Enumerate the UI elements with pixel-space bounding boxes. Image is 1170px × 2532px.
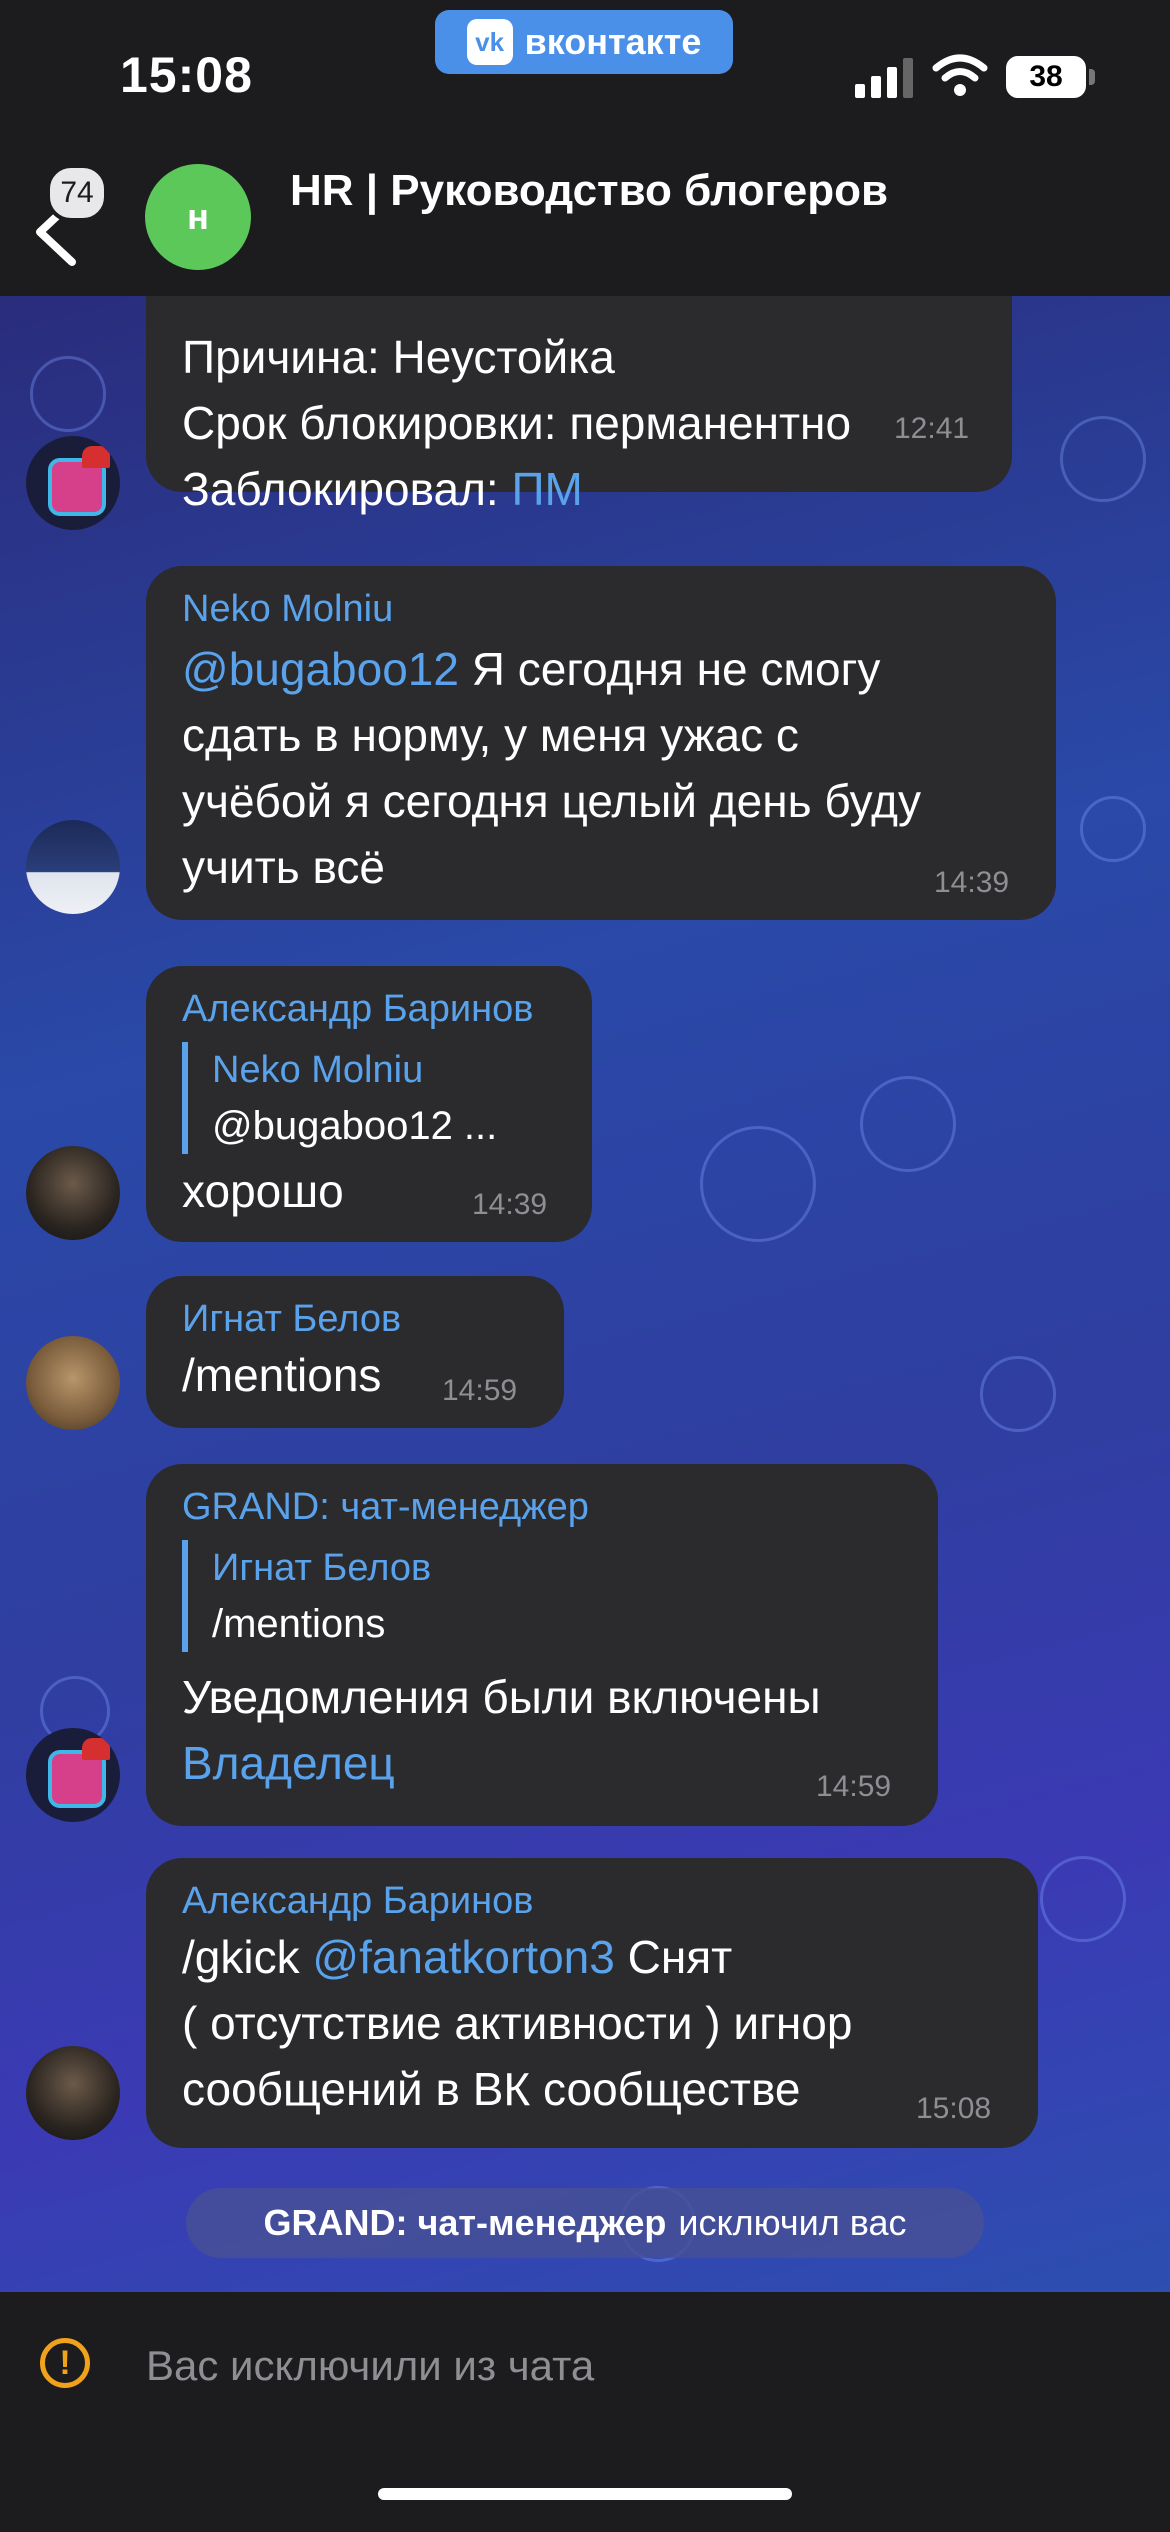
avatar-neko-molniu[interactable] — [26, 820, 120, 914]
background-doodle — [1040, 1856, 1126, 1942]
avatar-grand-bot[interactable] — [26, 1728, 120, 1822]
message-text: хорошо — [182, 1165, 344, 1217]
background-doodle — [1060, 416, 1146, 502]
avatar-ignat-belov[interactable] — [26, 1336, 120, 1430]
avatar-grand-bot[interactable] — [26, 436, 120, 530]
avatar-alexandr-barinov[interactable] — [26, 1146, 120, 1240]
message-sender[interactable]: GRAND: чат-менеджер — [182, 1486, 589, 1529]
chat-messages-area[interactable]: Причина: Неустойка Срок блокировки: перм… — [0, 296, 1170, 2292]
signal-icon — [855, 58, 913, 98]
message-time: 14:39 — [934, 866, 1010, 899]
mention-link[interactable]: ПМ — [511, 463, 582, 515]
exclamation-circle-icon: ! — [40, 2338, 90, 2388]
mention-link[interactable]: @fanatkorton3 — [312, 1931, 614, 1983]
reply-text: @bugaboo12 ... — [212, 1104, 498, 1148]
battery-indicator: 38 — [1006, 56, 1086, 98]
message-bubble[interactable]: Игнат Белов /mentions 14:59 — [146, 1276, 564, 1428]
message-text: Причина: Неустойка Срок блокировки: перм… — [182, 331, 852, 515]
background-doodle — [980, 1356, 1056, 1432]
message-text: Уведомления были включены Владелец — [182, 1671, 821, 1789]
home-indicator[interactable] — [378, 2488, 792, 2500]
avatar-alexandr-barinov[interactable] — [26, 2046, 120, 2140]
chat-header: 74 н HR | Руководство блогеров — [0, 140, 1170, 296]
message-sender[interactable]: Александр Баринов — [182, 1880, 533, 1923]
reply-quote[interactable]: Neko Molniu @bugaboo12 ... — [182, 1042, 497, 1154]
wifi-icon — [932, 54, 988, 96]
vk-app-pill[interactable]: vk вконтакте — [435, 10, 733, 74]
reply-sender: Neko Molniu — [212, 1049, 424, 1091]
kicked-notice: Вас исключили из чата — [146, 2342, 595, 2389]
vk-logo-icon: vk — [466, 19, 513, 65]
message-time: 12:41 — [894, 412, 970, 445]
background-doodle — [30, 356, 106, 432]
status-time: 15:08 — [120, 47, 253, 103]
service-action: исключил вас — [678, 2202, 907, 2243]
message-time: 14:59 — [816, 1770, 892, 1803]
chat-title[interactable]: HR | Руководство блогеров — [290, 166, 888, 216]
message-bubble[interactable]: Александр Баринов Neko Molniu @bugaboo12… — [146, 966, 592, 1242]
reply-sender: Игнат Белов — [212, 1547, 432, 1589]
message-bubble[interactable]: Александр Баринов /gkick @fanatkorton3 С… — [146, 1858, 1038, 2148]
unread-count-badge[interactable]: 74 — [46, 164, 108, 222]
message-bubble[interactable]: GRAND: чат-менеджер Игнат Белов /mention… — [146, 1464, 938, 1826]
message-text: @bugaboo12 Я сегодня не смогу сдать в но… — [182, 643, 921, 893]
message-sender[interactable]: Александр Баринов — [182, 988, 533, 1031]
background-doodle — [860, 1076, 956, 1172]
reply-quote[interactable]: Игнат Белов /mentions — [182, 1540, 431, 1652]
battery-cap — [1089, 69, 1095, 85]
message-time: 14:39 — [472, 1188, 548, 1221]
message-sender[interactable]: Игнат Белов — [182, 1298, 401, 1341]
status-bar: 15:08 vk вконтакте 38 — [0, 0, 1170, 140]
message-sender[interactable]: Neko Molniu — [182, 588, 393, 631]
message-bubble[interactable]: Причина: Неустойка Срок блокировки: перм… — [146, 296, 1012, 515]
background-doodle — [1080, 796, 1146, 862]
message-time: 14:59 — [442, 1374, 518, 1407]
service-message: GRAND: чат-менеджер исключил вас — [186, 2188, 984, 2258]
input-bar: ! Вас исключили из чата — [0, 2292, 1170, 2532]
reply-text: /mentions — [212, 1602, 386, 1646]
mention-link[interactable]: @bugaboo12 — [182, 643, 459, 695]
mention-link[interactable]: Владелец — [182, 1737, 395, 1789]
vk-pill-label: вконтакте — [524, 21, 702, 62]
message-bubble[interactable]: Neko Molniu @bugaboo12 Я сегодня не смог… — [146, 566, 1056, 920]
service-actor[interactable]: GRAND: чат-менеджер — [264, 2202, 667, 2244]
background-doodle — [700, 1126, 816, 1242]
chat-avatar[interactable]: н — [145, 164, 251, 270]
message-text: /mentions — [182, 1349, 382, 1401]
message-time: 15:08 — [916, 2092, 992, 2125]
message-text: /gkick @fanatkorton3 Снят ( отсутствие а… — [182, 1931, 853, 2115]
